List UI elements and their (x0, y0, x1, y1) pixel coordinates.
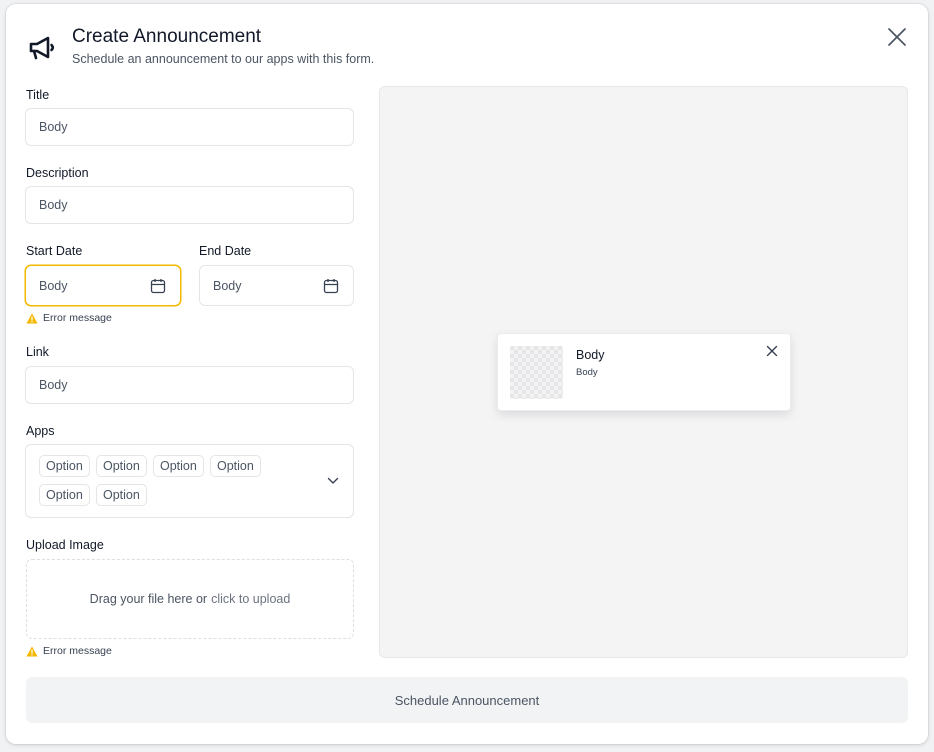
apps-label: Apps (26, 424, 55, 438)
start-date-label: Start Date (26, 244, 83, 258)
modal-subtitle: Schedule an announcement to our apps wit… (72, 52, 375, 66)
end-date-input[interactable]: Body (199, 265, 354, 306)
title-label: Title (26, 88, 50, 102)
app-option-chip[interactable]: Option (96, 484, 147, 506)
app-option-chip[interactable]: Option (210, 455, 261, 477)
upload-error-text: Error message (43, 645, 112, 657)
image-placeholder (510, 346, 563, 399)
upload-text: Drag your file here or (89, 592, 208, 606)
announcement-preview-card: Body Body (497, 333, 791, 411)
title-input[interactable]: Body (25, 108, 354, 146)
start-date-error: Error message (26, 312, 112, 324)
preview-card-title: Body (576, 348, 605, 362)
upload-error: Error message (26, 645, 112, 657)
preview-card-body: Body (576, 367, 598, 378)
announcement-modal: Create Announcement Schedule an announce… (6, 4, 928, 744)
app-option-chip[interactable]: Option (153, 455, 204, 477)
link-input-value: Body (39, 378, 68, 392)
start-date-input[interactable]: Body (25, 265, 181, 306)
warning-icon (26, 646, 38, 656)
app-option-chip[interactable]: Option (39, 484, 90, 506)
calendar-icon[interactable] (323, 278, 339, 294)
link-label: Link (26, 345, 49, 359)
end-date-label: End Date (199, 244, 252, 258)
upload-label: Upload Image (26, 538, 104, 552)
start-date-value: Body (39, 278, 68, 293)
link-input[interactable]: Body (25, 366, 354, 404)
warning-icon (26, 313, 38, 323)
upload-link[interactable]: click to upload (211, 592, 290, 606)
end-date-value: Body (213, 278, 242, 293)
description-label: Description (26, 166, 89, 180)
upload-dropzone[interactable]: Drag your file here or click to upload (26, 559, 354, 639)
close-icon[interactable] (886, 26, 908, 48)
description-input[interactable]: Body (25, 186, 354, 224)
preview-panel: Body Body (379, 86, 908, 658)
app-option-chip[interactable]: Option (96, 455, 147, 477)
title-input-value: Body (39, 120, 68, 134)
close-icon[interactable] (766, 345, 778, 357)
start-date-error-text: Error message (43, 312, 112, 324)
schedule-announcement-button[interactable]: Schedule Announcement (26, 677, 908, 723)
app-option-chip[interactable]: Option (39, 455, 90, 477)
calendar-icon[interactable] (150, 278, 166, 294)
apps-multiselect[interactable]: Option Option Option Option Option Optio… (25, 444, 354, 518)
megaphone-icon (29, 36, 55, 60)
chevron-down-icon[interactable] (327, 477, 339, 485)
modal-title: Create Announcement (72, 26, 262, 47)
description-input-value: Body (39, 198, 68, 212)
